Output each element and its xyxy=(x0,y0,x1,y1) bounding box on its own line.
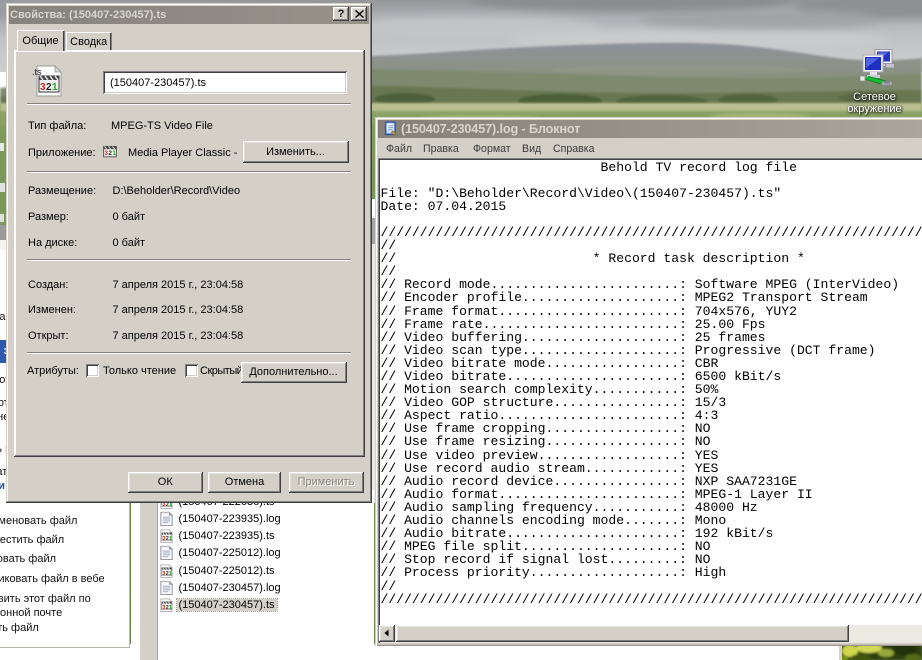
svg-text:1: 1 xyxy=(169,605,172,611)
svg-text:1: 1 xyxy=(52,82,58,93)
svg-text:1: 1 xyxy=(112,150,116,157)
svg-text:1: 1 xyxy=(169,536,172,542)
svg-text:1: 1 xyxy=(169,571,172,577)
